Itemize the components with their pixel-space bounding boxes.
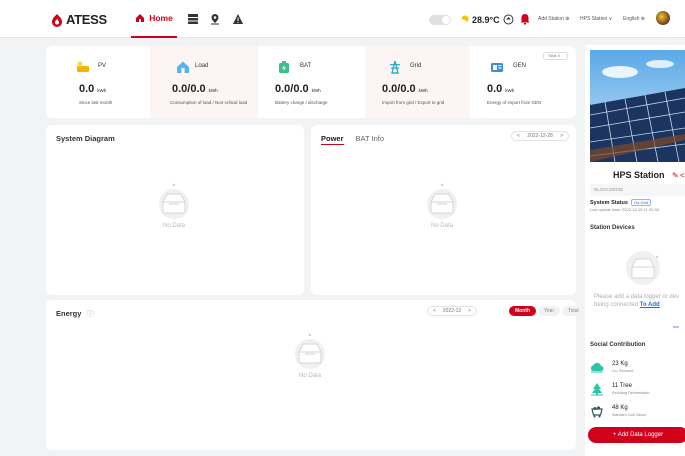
prev-month-button[interactable]: <	[433, 308, 436, 314]
prev-day-button[interactable]: <	[517, 133, 520, 139]
system-diagram-empty: No Data	[154, 182, 194, 229]
period-total[interactable]: Total	[562, 306, 585, 316]
add-data-logger-button[interactable]: + Add Data Logger	[588, 427, 685, 443]
empty-box-icon	[159, 183, 189, 219]
power-date-value: 2022-12-28	[527, 133, 553, 139]
tree-icon	[591, 383, 603, 396]
last-update-time: Last update date: 2022-12-15 11:20:35	[590, 207, 659, 212]
brand-logo[interactable]: ATESS	[50, 12, 107, 27]
stat-pv: PV 0.0 kWh Since last month	[46, 46, 150, 118]
brand-name: ATESS	[66, 12, 107, 27]
share-station-icon[interactable]: <	[680, 171, 685, 180]
add-station-button[interactable]: Add Station ⊕	[538, 16, 569, 22]
alarm-icon[interactable]	[520, 13, 530, 25]
cloud-co2-icon	[590, 362, 604, 373]
power-tabs: Power BAT Info	[321, 134, 384, 145]
contribution-trees: 11 Tree Reducing Deforestation	[590, 382, 650, 396]
energy-summary-card: PV 0.0 kWh Since last month Load 0.0/0.0 k…	[46, 46, 576, 118]
stat-value: 0.0/0.0 kWh	[172, 83, 218, 95]
stat-load: Load 0.0/0.0 kWh Consumption of load / No…	[150, 46, 258, 118]
add-device-link[interactable]: To Add	[640, 302, 660, 308]
stat-subtitle: Battery charge / discharge	[275, 100, 328, 105]
social-contribution-title: Social Contribution	[590, 342, 646, 348]
language-selector[interactable]: English ⊕	[623, 16, 645, 22]
nav-home-label: Home	[149, 13, 173, 23]
empty-box-icon	[295, 333, 325, 369]
station-devices-title: Station Devices	[590, 225, 635, 231]
contribution-co2: 23 Kg Co₂ Reduced	[590, 360, 633, 374]
period-year[interactable]: Year	[538, 306, 561, 316]
empty-box-icon	[427, 183, 457, 219]
stat-label: Grid	[410, 63, 422, 69]
empty-text: No Data	[430, 223, 453, 229]
temperature-readout: 28.9°C	[472, 15, 500, 25]
station-serial: NLG0C29G0B	[590, 184, 685, 196]
stat-value: 0.0 kWh	[79, 83, 107, 95]
station-selector[interactable]: HPS Station ∨	[580, 16, 612, 22]
power-empty: No Data	[422, 182, 462, 229]
stat-label: Load	[195, 63, 209, 69]
station-side-panel: HPS Station ✎ < NLG0C29G0B System Status…	[585, 45, 685, 456]
status-badge: On-Grid	[630, 199, 652, 206]
empty-box-icon	[626, 251, 660, 285]
tab-bat-info[interactable]: BAT Info	[356, 134, 385, 145]
edit-station-icon[interactable]: ✎	[672, 171, 679, 180]
system-diagram-card: System Diagram No Data	[46, 125, 304, 295]
station-name: HPS Station	[613, 170, 665, 180]
generator-icon	[491, 63, 503, 72]
power-tower-icon	[390, 60, 400, 74]
user-avatar[interactable]	[656, 11, 670, 25]
top-bar: ATESS Home 28.9°C Add Station ⊕ HPS Stat…	[0, 0, 685, 38]
stat-gen: GEN 0.0 kWh Energy of import from GEN Tot…	[470, 46, 576, 118]
refresh-icon[interactable]	[503, 14, 514, 25]
stat-label: BAT	[300, 63, 312, 69]
energy-card: Energy ⓘ < 2022-12 > Month Year Total No …	[46, 300, 585, 450]
more-link[interactable]: ma	[673, 324, 679, 329]
next-month-button[interactable]: >	[468, 308, 471, 314]
energy-empty: No Data	[290, 332, 330, 379]
sun-weather-icon	[458, 15, 469, 25]
energy-date-value: 2022-12	[442, 308, 462, 314]
info-icon[interactable]: ⓘ	[86, 311, 93, 318]
house-load-icon	[177, 61, 189, 73]
system-status: System Status On-Grid	[590, 199, 652, 206]
nav-tab-home[interactable]: Home	[131, 0, 177, 38]
stat-label: GEN	[513, 63, 527, 69]
stat-value: 0.0 kWh	[487, 83, 515, 95]
location-pin-icon[interactable]	[209, 13, 221, 25]
no-devices-message: Please add a data logger or dev being co…	[594, 294, 680, 308]
tab-power[interactable]: Power	[321, 134, 344, 145]
stat-subtitle: Energy of import from GEN	[487, 100, 542, 105]
stat-subtitle: Since last month	[79, 100, 113, 105]
station-photo	[590, 50, 685, 162]
stat-subtitle: Consumption of load / Non-critical load	[170, 100, 248, 105]
energy-title: Energy ⓘ	[56, 309, 94, 318]
grid-icon[interactable]	[187, 13, 199, 25]
warning-icon[interactable]	[232, 13, 244, 25]
next-day-button[interactable]: >	[560, 133, 563, 139]
stat-grid: Grid 0.0/0.0 kWh Import from grid / Expor…	[365, 46, 470, 118]
stat-value: 0.0/0.0 kWh	[382, 83, 428, 95]
energy-period-selector: Month Year Total	[509, 306, 585, 316]
solar-panel-icon	[77, 61, 89, 72]
stat-value: 0.0/0.0 kWh	[275, 83, 321, 95]
period-month[interactable]: Month	[509, 306, 536, 316]
stats-period-dropdown[interactable]: Total ∨	[543, 52, 568, 60]
system-diagram-title: System Diagram	[56, 134, 115, 143]
stat-label: PV	[98, 63, 107, 69]
theme-toggle[interactable]	[429, 15, 451, 25]
power-card: Power BAT Info < 2022-12-28 > No Data	[311, 125, 576, 295]
empty-text: No Data	[298, 373, 321, 379]
power-date-picker[interactable]: < 2022-12-28 >	[511, 131, 569, 141]
empty-text: No Data	[162, 223, 185, 229]
battery-icon	[279, 61, 289, 73]
coal-cart-icon	[591, 406, 603, 418]
energy-date-picker[interactable]: < 2022-12 >	[427, 306, 477, 316]
stat-bat: BAT 0.0/0.0 kWh Battery charge / discharg…	[258, 46, 365, 118]
contribution-coal: 48 Kg Standard Coal Saved	[590, 404, 646, 418]
stat-subtitle: Import from grid / Export to grid	[382, 100, 445, 105]
flame-logo-icon	[52, 13, 62, 27]
home-icon	[136, 14, 145, 22]
